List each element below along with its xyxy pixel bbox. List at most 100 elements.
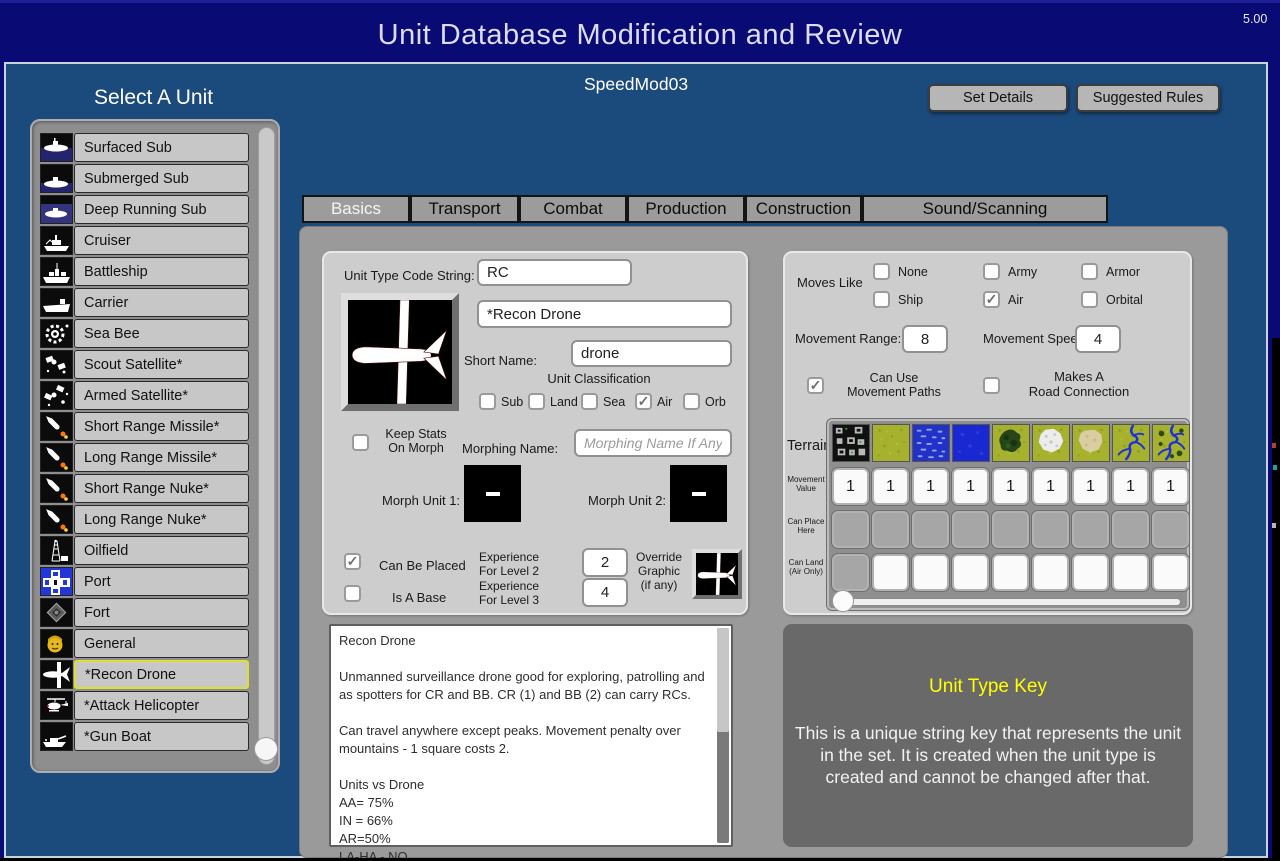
unit-list-item[interactable]: Port: [32, 567, 282, 596]
override-graphic[interactable]: [692, 549, 742, 599]
can-land-cell[interactable]: [992, 554, 1029, 591]
can-land-cell[interactable]: [1112, 554, 1149, 591]
morph-unit-1-graphic[interactable]: [464, 465, 521, 522]
set-details-button[interactable]: Set Details: [928, 84, 1068, 112]
can-place-cell[interactable]: [912, 511, 949, 548]
can-land-cell[interactable]: [952, 554, 989, 591]
unit-list-item[interactable]: Long Range Nuke*: [32, 505, 282, 534]
tab-transport[interactable]: Transport: [410, 195, 519, 223]
can-place-cell[interactable]: [1072, 511, 1109, 548]
can-land-cell[interactable]: [872, 554, 909, 591]
is-a-base-label: Is A Base: [392, 590, 446, 605]
oilfield-icon: [40, 536, 73, 565]
unit-list-item[interactable]: Battleship: [32, 257, 282, 286]
can-land-cell[interactable]: [1072, 554, 1109, 591]
classification-land-label: Land: [550, 395, 578, 409]
terrain-tile-city: [832, 424, 870, 462]
unit-list-item[interactable]: Submerged Sub: [32, 164, 282, 193]
movement-value-cell[interactable]: 1: [1032, 468, 1069, 505]
short-name-input[interactable]: [571, 340, 732, 367]
tab-basics[interactable]: Basics: [302, 195, 410, 223]
movement-range-input[interactable]: [902, 325, 948, 353]
can-land-cell[interactable]: [1032, 554, 1069, 591]
select-unit-label: Select A Unit: [94, 86, 213, 110]
movement-value-cell[interactable]: 1: [832, 468, 869, 505]
unit-list-item[interactable]: Deep Running Sub: [32, 195, 282, 224]
can-place-cell[interactable]: [1152, 511, 1189, 548]
terrain-slider-thumb[interactable]: [832, 590, 854, 612]
unit-list-item[interactable]: Fort: [32, 598, 282, 627]
movement-value-cell[interactable]: 1: [992, 468, 1029, 505]
tab-content-panel: Unit Type Code String: Short Name: Unit …: [299, 226, 1228, 858]
terrain-slider-track[interactable]: [836, 598, 1181, 606]
can-land-cell[interactable]: [912, 554, 949, 591]
unit-name-input[interactable]: [477, 300, 732, 328]
movement-value-cell[interactable]: 1: [952, 468, 989, 505]
moves-like-orbital-checkbox[interactable]: [1081, 291, 1098, 308]
movement-value-cell[interactable]: 1: [1152, 468, 1189, 505]
classification-air-checkbox[interactable]: ✓: [635, 393, 652, 410]
unit-list-item[interactable]: Scout Satellite*: [32, 350, 282, 379]
code-string-label: Unit Type Code String:: [344, 268, 475, 283]
movement-value-cell[interactable]: 1: [1072, 468, 1109, 505]
unit-list-item[interactable]: Short Range Nuke*: [32, 474, 282, 503]
classification-land-checkbox[interactable]: [528, 393, 545, 410]
can-land-cell[interactable]: [1152, 554, 1189, 591]
keep-stats-checkbox[interactable]: [352, 434, 369, 451]
can-land-cell[interactable]: [832, 554, 869, 591]
moves-like-label: Moves Like: [797, 275, 863, 290]
unit-list-scrollbar-thumb[interactable]: [254, 737, 278, 761]
can-place-cell[interactable]: [832, 511, 869, 548]
movement-value-cell[interactable]: 1: [1112, 468, 1149, 505]
unit-list-item[interactable]: Oilfield: [32, 536, 282, 565]
unit-list-item[interactable]: Long Range Missile*: [32, 443, 282, 472]
unit-list-item[interactable]: Surfaced Sub: [32, 133, 282, 162]
tab-production[interactable]: Production: [627, 195, 745, 223]
morphing-name-input[interactable]: [574, 429, 732, 457]
moves-like-armor-checkbox[interactable]: [1081, 263, 1098, 280]
unit-list-item[interactable]: Cruiser: [32, 226, 282, 255]
can-use-paths-checkbox[interactable]: ✓: [807, 377, 824, 394]
movement-value-cell[interactable]: 1: [872, 468, 909, 505]
unit-list-item[interactable]: *Attack Helicopter: [32, 691, 282, 720]
unit-list-item[interactable]: General: [32, 629, 282, 658]
classification-orb-checkbox[interactable]: [683, 393, 700, 410]
can-place-cell[interactable]: [952, 511, 989, 548]
deep-running-sub-icon: [40, 195, 73, 224]
tab-sound-scanning[interactable]: Sound/Scanning: [862, 195, 1108, 223]
unit-list-item[interactable]: Sea Bee: [32, 319, 282, 348]
terrain-tile-grass: [872, 424, 910, 462]
unit-list-item[interactable]: Armed Satellite*: [32, 381, 282, 410]
movement-speed-input[interactable]: [1075, 325, 1121, 353]
code-string-input[interactable]: [477, 259, 632, 286]
unit-list-item[interactable]: Short Range Missile*: [32, 412, 282, 441]
classification-sub-checkbox[interactable]: [479, 393, 496, 410]
can-be-placed-checkbox[interactable]: ✓: [344, 553, 361, 570]
unit-list-item[interactable]: *Recon Drone: [32, 660, 282, 689]
is-a-base-checkbox[interactable]: [344, 585, 361, 602]
can-place-cell[interactable]: [1032, 511, 1069, 548]
road-connection-checkbox[interactable]: [983, 377, 1000, 394]
classification-sub-label: Sub: [501, 395, 523, 409]
moves-like-none-checkbox[interactable]: [873, 263, 890, 280]
can-place-cell[interactable]: [992, 511, 1029, 548]
unit-list-item[interactable]: Carrier: [32, 288, 282, 317]
unit-list-scrollbar-track[interactable]: [258, 127, 275, 765]
suggested-rules-button[interactable]: Suggested Rules: [1076, 84, 1220, 112]
can-place-cell[interactable]: [1112, 511, 1149, 548]
moves-like-army-checkbox[interactable]: [983, 263, 1000, 280]
exp-level2-input[interactable]: [582, 548, 628, 577]
description-scrollbar-thumb[interactable]: [717, 628, 729, 732]
moves-like-ship-checkbox[interactable]: [873, 291, 890, 308]
movement-value-cell[interactable]: 1: [912, 468, 949, 505]
tab-combat[interactable]: Combat: [519, 195, 627, 223]
morph-unit-2-graphic[interactable]: [670, 465, 727, 522]
can-place-cell[interactable]: [872, 511, 909, 548]
classification-sea-checkbox[interactable]: [581, 393, 598, 410]
tab-construction[interactable]: Construction: [745, 195, 862, 223]
unit-list-item[interactable]: *Gun Boat: [32, 722, 282, 751]
unit-list-item-label: Port: [74, 567, 249, 596]
moves-like-air-checkbox[interactable]: ✓: [983, 291, 1000, 308]
exp-level3-input[interactable]: [582, 578, 628, 607]
unit-description-box[interactable]: Recon Drone Unmanned surveillance drone …: [329, 624, 733, 847]
